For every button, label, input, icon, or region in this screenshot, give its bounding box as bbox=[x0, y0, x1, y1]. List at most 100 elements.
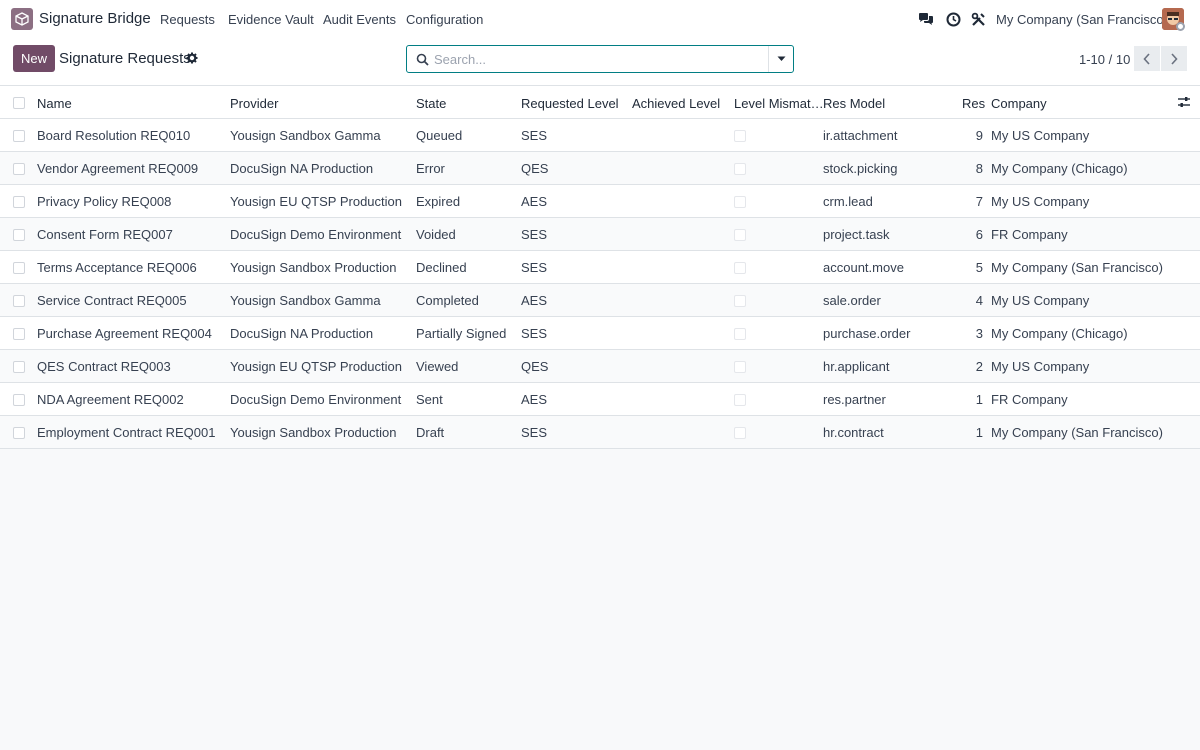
table-row[interactable]: QES Contract REQ003 Yousign EU QTSP Produ… bbox=[0, 350, 1200, 383]
row-select-checkbox[interactable] bbox=[13, 130, 25, 142]
app-name[interactable]: Signature Bridge bbox=[39, 10, 151, 27]
cell-requested-level: AES bbox=[521, 194, 548, 209]
cell-res-model: project.task bbox=[823, 227, 890, 242]
chat-icon[interactable] bbox=[917, 10, 935, 28]
menu-evidence-vault[interactable]: Evidence Vault bbox=[228, 12, 314, 27]
cell-res-model: hr.contract bbox=[823, 425, 884, 440]
cell-level-mismatch-checkbox bbox=[734, 328, 746, 340]
cell-res-model: res.partner bbox=[823, 392, 886, 407]
table-body: Board Resolution REQ010 Yousign Sandbox G… bbox=[0, 119, 1200, 449]
status-dot bbox=[1176, 22, 1185, 31]
cell-company: My US Company bbox=[991, 128, 1090, 143]
cell-res: 9 bbox=[975, 128, 983, 143]
table-row[interactable]: Vendor Agreement REQ009 DocuSign NA Produ… bbox=[0, 152, 1200, 185]
table-row[interactable]: Purchase Agreement REQ004 DocuSign NA Pro… bbox=[0, 317, 1200, 350]
search-options-toggle[interactable] bbox=[768, 46, 793, 72]
table-row[interactable]: Terms Acceptance REQ006 Yousign Sandbox P… bbox=[0, 251, 1200, 284]
cell-company: My US Company bbox=[991, 359, 1090, 374]
search-bar bbox=[406, 45, 794, 73]
menu-configuration[interactable]: Configuration bbox=[406, 12, 483, 27]
column-header-state[interactable]: State bbox=[416, 96, 446, 111]
column-header-res-model[interactable]: Res Model bbox=[823, 96, 885, 111]
table-row[interactable]: Privacy Policy REQ008 Yousign EU QTSP Pro… bbox=[0, 185, 1200, 218]
caret-down-icon bbox=[777, 56, 785, 61]
cell-company: My Company (San Francisco) bbox=[991, 260, 1163, 275]
cell-company: My US Company bbox=[991, 194, 1090, 209]
table-row[interactable]: NDA Agreement REQ002 DocuSign Demo Enviro… bbox=[0, 383, 1200, 416]
clock-icon[interactable] bbox=[944, 10, 962, 28]
table-row[interactable]: Board Resolution REQ010 Yousign Sandbox G… bbox=[0, 119, 1200, 152]
row-select-checkbox[interactable] bbox=[13, 163, 25, 175]
table-row[interactable]: Employment Contract REQ001 Yousign Sandbo… bbox=[0, 416, 1200, 449]
cell-level-mismatch-checkbox bbox=[734, 295, 746, 307]
cell-requested-level: SES bbox=[521, 326, 548, 341]
top-navbar: Signature Bridge Requests Evidence Vault… bbox=[0, 0, 1200, 38]
row-select-checkbox[interactable] bbox=[13, 229, 25, 241]
table-row[interactable]: Service Contract REQ005 Yousign Sandbox G… bbox=[0, 284, 1200, 317]
cell-provider: Yousign EU QTSP Production bbox=[230, 194, 402, 209]
cell-name: Privacy Policy REQ008 bbox=[37, 194, 172, 209]
cell-state: Expired bbox=[416, 194, 461, 209]
cell-level-mismatch-checkbox bbox=[734, 229, 746, 241]
cell-res-model: ir.attachment bbox=[823, 128, 898, 143]
cell-res: 3 bbox=[975, 326, 983, 341]
column-header-name[interactable]: Name bbox=[37, 96, 72, 111]
cell-level-mismatch-checkbox bbox=[734, 163, 746, 175]
column-header-achieved-level[interactable]: Achieved Level bbox=[632, 96, 720, 111]
cell-requested-level: SES bbox=[521, 260, 548, 275]
pager-value[interactable]: 1-10 / 10 bbox=[1079, 52, 1130, 67]
cell-provider: DocuSign Demo Environment bbox=[230, 227, 402, 242]
column-header-requested-level[interactable]: Requested Level bbox=[521, 96, 619, 111]
column-header-provider[interactable]: Provider bbox=[230, 96, 278, 111]
cell-state: Completed bbox=[416, 293, 479, 308]
column-header-res[interactable]: Res bbox=[962, 96, 985, 111]
cell-provider: DocuSign NA Production bbox=[230, 161, 374, 176]
cell-res: 4 bbox=[975, 293, 983, 308]
cell-state: Sent bbox=[416, 392, 443, 407]
cell-res: 7 bbox=[975, 194, 983, 209]
cell-res-model: stock.picking bbox=[823, 161, 898, 176]
row-select-checkbox[interactable] bbox=[13, 394, 25, 406]
page-title[interactable]: Signature Requests bbox=[59, 50, 191, 67]
row-select-checkbox[interactable] bbox=[13, 262, 25, 274]
new-button[interactable]: New bbox=[13, 45, 55, 72]
cell-state: Voided bbox=[416, 227, 456, 242]
list-view: Name Provider State Requested Level Achi… bbox=[0, 86, 1200, 449]
cell-state: Draft bbox=[416, 425, 445, 440]
cell-name: QES Contract REQ003 bbox=[37, 359, 171, 374]
row-select-checkbox[interactable] bbox=[13, 295, 25, 307]
table-row[interactable]: Consent Form REQ007 DocuSign Demo Environ… bbox=[0, 218, 1200, 251]
box-icon bbox=[15, 12, 29, 26]
menu-requests[interactable]: Requests bbox=[160, 12, 215, 27]
cell-state: Declined bbox=[416, 260, 467, 275]
column-header-level-mismatch[interactable]: Level Mismat… bbox=[734, 96, 824, 111]
cell-name: NDA Agreement REQ002 bbox=[37, 392, 184, 407]
cell-level-mismatch-checkbox bbox=[734, 427, 746, 439]
cell-level-mismatch-checkbox bbox=[734, 262, 746, 274]
menu-audit-events[interactable]: Audit Events bbox=[323, 12, 396, 27]
pager-next-button[interactable] bbox=[1161, 46, 1187, 71]
cell-provider: DocuSign Demo Environment bbox=[230, 392, 402, 407]
cell-res: 6 bbox=[975, 227, 983, 242]
search-input[interactable] bbox=[434, 50, 764, 68]
app-icon[interactable] bbox=[11, 8, 33, 30]
search-icon bbox=[416, 53, 429, 66]
pager-previous-button[interactable] bbox=[1134, 46, 1160, 71]
cell-provider: DocuSign NA Production bbox=[230, 326, 374, 341]
optional-columns-icon[interactable] bbox=[1177, 96, 1191, 108]
tools-icon[interactable] bbox=[969, 10, 987, 28]
row-select-checkbox[interactable] bbox=[13, 196, 25, 208]
row-select-checkbox[interactable] bbox=[13, 427, 25, 439]
cell-level-mismatch-checkbox bbox=[734, 361, 746, 373]
cell-level-mismatch-checkbox bbox=[734, 394, 746, 406]
cell-provider: Yousign EU QTSP Production bbox=[230, 359, 402, 374]
column-header-company[interactable]: Company bbox=[991, 96, 1047, 111]
cell-name: Vendor Agreement REQ009 bbox=[37, 161, 199, 176]
select-all-checkbox[interactable] bbox=[13, 97, 25, 109]
cell-company: My Company (Chicago) bbox=[991, 326, 1128, 341]
company-switcher[interactable]: My Company (San Francisco) bbox=[996, 12, 1168, 27]
row-select-checkbox[interactable] bbox=[13, 328, 25, 340]
row-select-checkbox[interactable] bbox=[13, 361, 25, 373]
cell-state: Queued bbox=[416, 128, 463, 143]
gear-icon[interactable] bbox=[186, 52, 198, 64]
